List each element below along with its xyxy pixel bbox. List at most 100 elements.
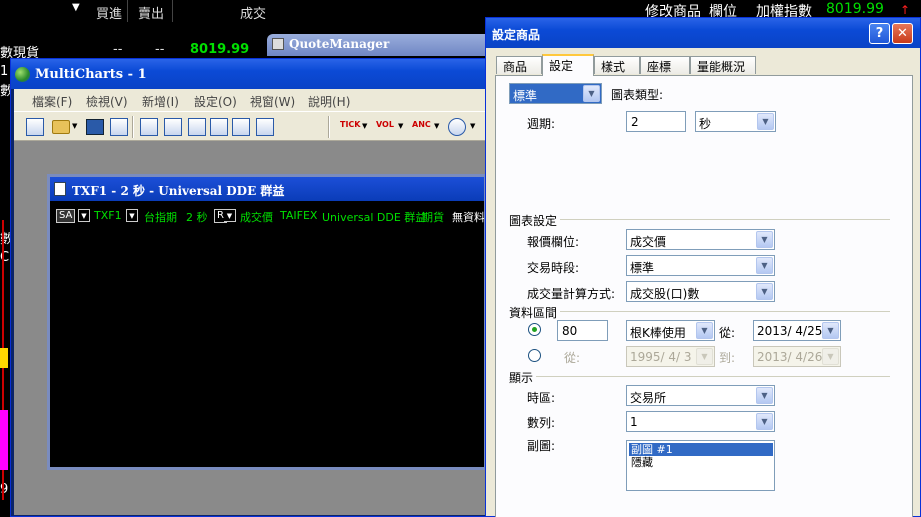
save-icon[interactable]: [86, 119, 104, 135]
range-from-value: 1995/ 4/ 3: [630, 350, 692, 364]
period-unit-value: 秒: [699, 117, 712, 131]
close-button[interactable]: ✕: [892, 23, 913, 44]
sa-button[interactable]: SA: [56, 209, 76, 223]
tab-volume-profile[interactable]: 量能概況: [690, 56, 756, 74]
subchart-list[interactable]: 副圖 #1 隱藏: [626, 440, 775, 491]
bars-count-input[interactable]: 80: [557, 320, 608, 341]
data-range-group-label: 資料區間: [509, 306, 558, 320]
portfolio-icon[interactable]: [256, 118, 274, 136]
chevron-down-icon[interactable]: ▼: [583, 85, 600, 102]
chevron-down-icon[interactable]: ▼: [756, 283, 773, 300]
chevron-down-icon[interactable]: ▼: [126, 209, 138, 222]
range-to-label: 到:: [719, 351, 736, 365]
tab-style[interactable]: 樣式: [594, 56, 640, 74]
clock-icon[interactable]: [448, 118, 466, 136]
chevron-down-icon[interactable]: ▼: [696, 348, 713, 365]
bars-mode-value: 根K棒使用: [630, 326, 686, 340]
menu-bar: 檔案(F) 檢視(V) 新增(I) 設定(O) 視窗(W) 說明(H): [14, 89, 489, 111]
toolbar: ▼ TICK ▼ VOL ▼ ANC ▼ ▼: [14, 111, 489, 141]
period-unit-select[interactable]: 秒 ▼: [695, 111, 776, 132]
chevron-down-icon[interactable]: ▼: [224, 209, 236, 222]
chevron-down-icon[interactable]: ▼: [756, 231, 773, 248]
up-arrow-icon: ↑: [900, 3, 911, 17]
multicharts-title: MultiCharts - 1: [35, 67, 147, 82]
bars-mode-select[interactable]: 根K棒使用 ▼: [626, 320, 715, 341]
status-label: 無資料: [452, 211, 484, 223]
quotemanager-titlebar[interactable]: QuoteManager: [267, 34, 497, 56]
chevron-down-icon[interactable]: ▼: [822, 348, 839, 365]
exchange-label: TAIFEX: [280, 209, 318, 222]
menu-settings[interactable]: 設定(O): [194, 93, 237, 110]
menu-file[interactable]: 檔案(F): [32, 93, 72, 110]
dom-icon[interactable]: [188, 118, 206, 136]
volume-chart-icon[interactable]: VOL: [376, 120, 394, 129]
volume-calc-select[interactable]: 成交股(口)數 ▼: [626, 281, 775, 302]
range-to-date-picker[interactable]: 2013/ 4/26 ▼: [753, 346, 841, 367]
chevron-down-icon[interactable]: ▼: [756, 257, 773, 274]
chart-window: TXF1 - 2 秒 - Universal DDE 群益 SA ▼ TXF1 …: [47, 174, 487, 470]
chevron-down-icon[interactable]: ▼: [756, 387, 773, 404]
document-icon: [54, 182, 66, 196]
anchor-icon[interactable]: ANC: [412, 120, 431, 129]
series-value: 1: [630, 415, 638, 429]
timezone-label: 時區:: [527, 391, 556, 405]
chart-type-label: 圖表類型:: [611, 88, 664, 102]
chart-window-icon[interactable]: [140, 118, 158, 136]
chart-marker: [0, 348, 8, 368]
editor-icon[interactable]: [232, 118, 250, 136]
dialog-title: 設定商品: [492, 28, 541, 42]
list-item[interactable]: 隱藏: [629, 456, 773, 469]
timezone-value: 交易所: [630, 391, 667, 405]
new-icon[interactable]: [26, 118, 44, 136]
dropdown-arrow-icon[interactable]: ▼: [72, 2, 80, 13]
multicharts-logo-icon: [15, 67, 30, 82]
series-label: 數列:: [527, 416, 556, 430]
chart-status-line: SA ▼ TXF1 ▼ 台指期 2 秒 R ▼ 成交價 TAIFEX Unive…: [54, 207, 484, 223]
dialog-titlebar[interactable]: 設定商品 ? ✕: [486, 18, 920, 48]
chevron-down-icon[interactable]: ▼: [696, 322, 713, 339]
bars-count-radio[interactable]: [528, 323, 541, 336]
chevron-down-icon[interactable]: ▼: [756, 413, 773, 430]
group-divider: [536, 376, 890, 377]
multicharts-titlebar[interactable]: MultiCharts - 1: [11, 59, 489, 89]
chevron-down-icon[interactable]: ▼: [78, 209, 90, 222]
chevron-down-icon[interactable]: ▼: [757, 113, 774, 130]
chevron-down-icon[interactable]: ▼: [822, 322, 839, 339]
menu-insert[interactable]: 新增(I): [142, 93, 179, 110]
col-price[interactable]: 成交: [240, 3, 266, 22]
period-input[interactable]: 2: [626, 111, 686, 132]
quote-field-label: 報價欄位:: [527, 235, 580, 249]
menu-view[interactable]: 檢視(V): [86, 93, 128, 110]
tab-symbol[interactable]: 商品: [496, 56, 542, 74]
quote-icon[interactable]: [210, 118, 228, 136]
delete-icon[interactable]: [110, 118, 128, 136]
desktop: ▼ 買進 賣出 成交 修改商品 欄位 加權指數 8019.99 ↑ 數現貨 --…: [0, 0, 921, 517]
col-ask[interactable]: 賣出: [138, 3, 164, 22]
scanner-icon[interactable]: [164, 118, 182, 136]
session-select[interactable]: 標準 ▼: [626, 255, 775, 276]
tab-scale[interactable]: 座標: [640, 56, 690, 74]
col-bid[interactable]: 買進: [96, 3, 122, 22]
chart-type-select[interactable]: 標準 ▼: [509, 83, 602, 104]
tick-chart-icon[interactable]: TICK: [340, 120, 361, 129]
quote-row-bid: --: [113, 42, 123, 57]
open-folder-icon[interactable]: [52, 120, 70, 134]
quote-field-select[interactable]: 成交價 ▼: [626, 229, 775, 250]
menu-help[interactable]: 說明(H): [308, 93, 350, 110]
timezone-select[interactable]: 交易所 ▼: [626, 385, 775, 406]
help-button[interactable]: ?: [869, 23, 890, 44]
series-select[interactable]: 1 ▼: [626, 411, 775, 432]
from-date-picker[interactable]: 2013/ 4/25 ▼: [753, 320, 841, 341]
from-label: 從:: [719, 326, 736, 340]
from-date-value: 2013/ 4/25: [757, 324, 823, 338]
group-divider: [560, 219, 890, 220]
chart-type-value: 標準: [513, 89, 538, 103]
quote-field-value: 成交價: [630, 235, 667, 249]
volume-calc-value: 成交股(口)數: [630, 287, 700, 301]
menu-window[interactable]: 視窗(W): [250, 93, 295, 110]
date-range-radio[interactable]: [528, 349, 541, 362]
tab-settings[interactable]: 設定: [542, 54, 594, 76]
list-item[interactable]: 副圖 #1: [629, 443, 773, 456]
range-from-date-picker[interactable]: 1995/ 4/ 3 ▼: [626, 346, 715, 367]
chart-window-titlebar[interactable]: TXF1 - 2 秒 - Universal DDE 群益: [50, 177, 484, 201]
